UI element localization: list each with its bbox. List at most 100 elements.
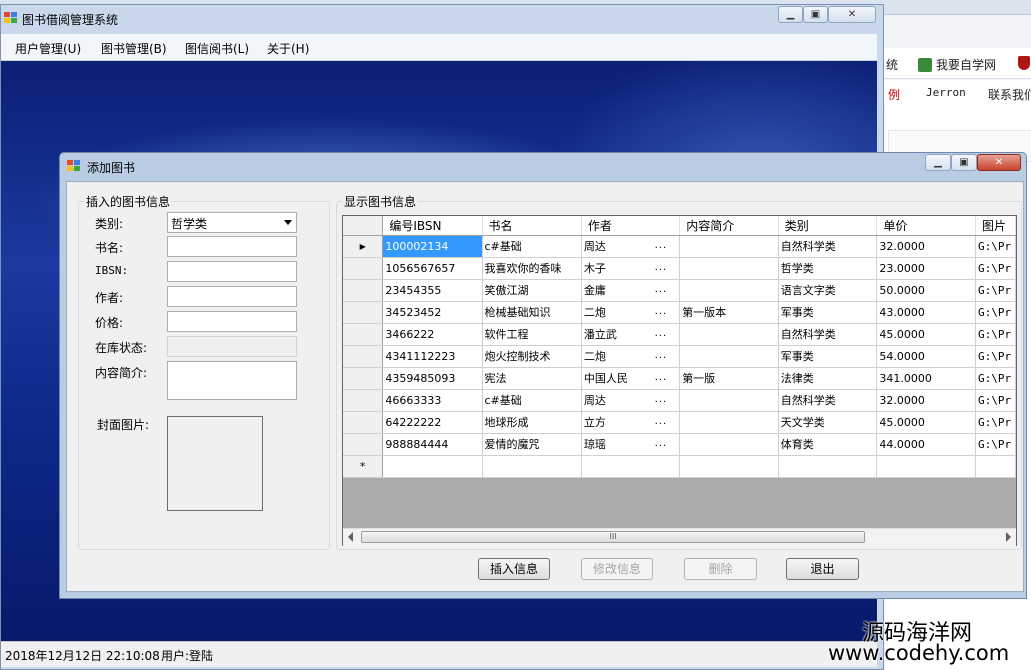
menu-borrow[interactable]: 图信阅书(L) <box>185 40 249 57</box>
ellipsis-button[interactable]: ... <box>655 416 668 427</box>
category-combobox[interactable]: 哲学类 <box>167 212 297 233</box>
row-header[interactable] <box>343 433 384 456</box>
grid-cell[interactable]: c#基础 <box>482 235 582 258</box>
grid-cell[interactable]: 44.0000 <box>876 433 976 456</box>
ellipsis-button[interactable]: ... <box>655 240 668 251</box>
table-row[interactable]: 34523452 枪械基础知识 二炮... 第一版本 军事类 43.0000 G:\Pr <box>343 301 1016 324</box>
book-data-grid[interactable]: 编号IBSN 书名 作者 内容简介 类别 单价 图片 ▶ 100002134 c#基础 周达...… <box>342 215 1017 546</box>
grid-cell[interactable]: 32.0000 <box>876 389 976 412</box>
column-header[interactable]: 类别 <box>778 216 878 236</box>
grid-cell[interactable]: G:\Pr <box>975 345 1016 368</box>
menu-user-management[interactable]: 用户管理(U) <box>15 40 81 57</box>
row-header[interactable] <box>343 323 384 346</box>
grid-cell[interactable]: 988884444 <box>382 433 483 456</box>
grid-cell[interactable]: G:\Pr <box>975 279 1016 302</box>
grid-cell[interactable] <box>679 279 779 302</box>
nav-link-fragment[interactable]: 例 <box>888 86 900 103</box>
menu-book-management[interactable]: 图书管理(B) <box>101 40 167 57</box>
grid-cell[interactable]: G:\Pr <box>975 411 1016 434</box>
grid-cell[interactable]: 4341112223 <box>382 345 483 368</box>
grid-cell[interactable]: 天文学类 <box>778 411 878 434</box>
scroll-left-arrow-icon[interactable] <box>348 532 353 542</box>
column-header[interactable]: 单价 <box>876 216 976 236</box>
new-row-marker[interactable]: * <box>343 455 384 478</box>
grid-cell[interactable]: 哲学类 <box>778 257 878 280</box>
ellipsis-button[interactable]: ... <box>655 394 668 405</box>
grid-cell[interactable]: 32.0000 <box>876 235 976 258</box>
grid-cell[interactable]: 军事类 <box>778 301 878 324</box>
ellipsis-button[interactable]: ... <box>655 284 668 295</box>
grid-horizontal-scrollbar[interactable]: III <box>343 528 1016 546</box>
grid-cell[interactable]: 3466222 <box>382 323 483 346</box>
grid-cell[interactable]: G:\Pr <box>975 235 1016 258</box>
bookmark-favicon-icon[interactable] <box>1018 56 1030 70</box>
scroll-thumb[interactable]: III <box>361 531 865 543</box>
grid-cell[interactable]: 爱情的魔咒 <box>482 433 582 456</box>
intro-textarea[interactable] <box>167 361 297 400</box>
isbn-input[interactable] <box>167 261 297 282</box>
grid-cell[interactable] <box>382 455 483 478</box>
grid-cell[interactable]: 34523452 <box>382 301 483 324</box>
grid-cell[interactable]: 语言文字类 <box>778 279 878 302</box>
grid-cell[interactable]: 法律类 <box>778 367 878 390</box>
grid-cell[interactable] <box>679 323 779 346</box>
grid-cell[interactable]: 45.0000 <box>876 323 976 346</box>
column-header[interactable]: 图片 <box>975 216 1016 236</box>
dialog-maximize-button[interactable]: ▣ <box>951 154 977 171</box>
grid-cell[interactable]: 23.0000 <box>876 257 976 280</box>
grid-cell[interactable] <box>679 433 779 456</box>
insert-button[interactable]: 插入信息 <box>478 558 550 580</box>
row-header[interactable] <box>343 301 384 324</box>
grid-cell[interactable]: c#基础 <box>482 389 582 412</box>
grid-cell[interactable] <box>679 345 779 368</box>
grid-cell[interactable]: 军事类 <box>778 345 878 368</box>
grid-cell[interactable]: G:\Pr <box>975 433 1016 456</box>
row-header[interactable] <box>343 411 384 434</box>
table-row[interactable]: 4359485093 宪法 中国人民... 第一版 法律类 341.0000 G:\Pr <box>343 367 1016 390</box>
nav-link-jerron[interactable]: Jerron <box>926 86 966 99</box>
column-header[interactable]: 编号IBSN <box>382 216 483 236</box>
column-header[interactable]: 内容简介 <box>679 216 779 236</box>
grid-cell[interactable] <box>679 235 779 258</box>
book-name-input[interactable] <box>167 236 297 257</box>
grid-cell[interactable]: 宪法 <box>482 367 582 390</box>
grid-cell[interactable] <box>679 257 779 280</box>
grid-cell[interactable]: 64222222 <box>382 411 483 434</box>
ellipsis-button[interactable]: ... <box>655 372 668 383</box>
ellipsis-button[interactable]: ... <box>655 306 668 317</box>
menu-about[interactable]: 关于(H) <box>267 40 309 57</box>
table-row[interactable]: 64222222 地球形成 立方... 天文学类 45.0000 G:\Pr <box>343 411 1016 434</box>
ellipsis-button[interactable]: ... <box>655 262 668 273</box>
grid-cell[interactable] <box>482 455 582 478</box>
grid-cell[interactable] <box>679 389 779 412</box>
grid-cell[interactable]: 金庸... <box>581 279 681 302</box>
table-row[interactable]: 46663333 c#基础 周达... 自然科学类 32.0000 G:\Pr <box>343 389 1016 412</box>
grid-cell[interactable]: 46663333 <box>382 389 483 412</box>
new-row[interactable]: * <box>343 455 1016 478</box>
table-row[interactable]: 988884444 爱情的魔咒 琼瑶... 体育类 44.0000 G:\Pr <box>343 433 1016 456</box>
grid-cell[interactable]: 周达... <box>581 389 681 412</box>
grid-cell[interactable]: 自然科学类 <box>778 235 878 258</box>
grid-cell[interactable]: 341.0000 <box>876 367 976 390</box>
exit-button[interactable]: 退出 <box>786 558 859 580</box>
modify-button[interactable]: 修改信息 <box>581 558 653 580</box>
cover-picture-box[interactable] <box>167 416 263 511</box>
price-input[interactable] <box>167 311 297 332</box>
bookmark-fragment[interactable]: 统 <box>886 56 898 73</box>
row-header[interactable] <box>343 345 384 368</box>
close-button[interactable]: ✕ <box>828 6 876 23</box>
grid-cell[interactable]: 我喜欢你的香味 <box>482 257 582 280</box>
dialog-minimize-button[interactable]: ▁ <box>925 154 951 171</box>
dialog-close-button[interactable]: ✕ <box>977 154 1021 171</box>
grid-cell[interactable]: 二炮... <box>581 301 681 324</box>
ellipsis-button[interactable]: ... <box>655 438 668 449</box>
grid-cell[interactable]: 第一版 <box>679 367 779 390</box>
grid-cell[interactable]: 立方... <box>581 411 681 434</box>
grid-corner-cell[interactable] <box>343 216 384 236</box>
row-header[interactable]: ▶ <box>343 235 384 258</box>
row-header[interactable] <box>343 257 384 280</box>
grid-cell[interactable]: 第一版本 <box>679 301 779 324</box>
ellipsis-button[interactable]: ... <box>655 350 668 361</box>
grid-cell[interactable]: G:\Pr <box>975 389 1016 412</box>
grid-cell[interactable]: 23454355 <box>382 279 483 302</box>
